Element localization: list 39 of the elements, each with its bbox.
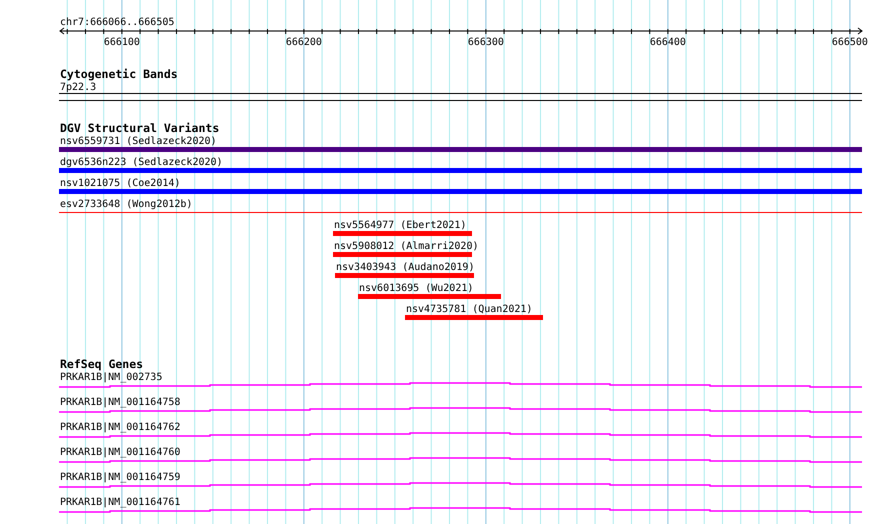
- track-title: Cytogenetic Bands: [60, 67, 178, 81]
- band-label: 7p22.3: [60, 82, 96, 93]
- variant-label[interactable]: nsv5908012 (Almarri2020): [334, 241, 478, 252]
- track-title: RefSeq Genes: [60, 357, 144, 371]
- variant-bar[interactable]: [333, 252, 472, 257]
- gene-line[interactable]: [59, 382, 862, 388]
- variant-label[interactable]: esv2733648 (Wong2012b): [60, 199, 192, 210]
- tick-label: 666200: [286, 37, 322, 48]
- variant-bar[interactable]: [59, 147, 862, 152]
- tick-label: 666100: [104, 37, 140, 48]
- tick-label: 666500: [832, 37, 868, 48]
- gene-line[interactable]: [59, 407, 862, 413]
- range-label: chr7:666066..666505: [60, 17, 174, 28]
- gene-line[interactable]: [59, 482, 862, 488]
- variant-label[interactable]: nsv6559731 (Sedlazeck2020): [60, 136, 217, 147]
- track-title: DGV Structural Variants: [60, 121, 220, 135]
- gene-label[interactable]: PRKAR1B|NM_001164759: [60, 472, 180, 483]
- variant-bar[interactable]: [59, 189, 862, 194]
- variant-bar[interactable]: [59, 168, 862, 173]
- gene-line[interactable]: [59, 432, 862, 438]
- gene-label[interactable]: PRKAR1B|NM_002735: [60, 372, 162, 383]
- variant-bar[interactable]: [405, 315, 543, 320]
- gene-line[interactable]: [59, 507, 862, 513]
- gene-label[interactable]: PRKAR1B|NM_001164758: [60, 397, 180, 408]
- variant-label[interactable]: nsv1021075 (Coe2014): [60, 178, 180, 189]
- gene-label[interactable]: PRKAR1B|NM_001164760: [60, 447, 180, 458]
- gene-label[interactable]: PRKAR1B|NM_001164761: [60, 497, 180, 508]
- tick-label: 666300: [468, 37, 504, 48]
- variant-label[interactable]: nsv6013695 (Wu2021): [359, 283, 474, 294]
- variant-label[interactable]: nsv4735781 (Quan2021): [406, 304, 532, 315]
- gene-line[interactable]: [59, 457, 862, 463]
- tick-label: 666400: [650, 37, 686, 48]
- variant-label[interactable]: nsv5564977 (Ebert2021): [334, 220, 466, 231]
- gene-label[interactable]: PRKAR1B|NM_001164762: [60, 422, 180, 433]
- variant-label[interactable]: dgv6536n223 (Sedlazeck2020): [60, 157, 223, 168]
- variant-bar[interactable]: [358, 294, 501, 299]
- variant-label[interactable]: nsv3403943 (Audano2019): [336, 262, 474, 273]
- variant-bar[interactable]: [333, 231, 472, 236]
- variant-bar[interactable]: [335, 273, 474, 278]
